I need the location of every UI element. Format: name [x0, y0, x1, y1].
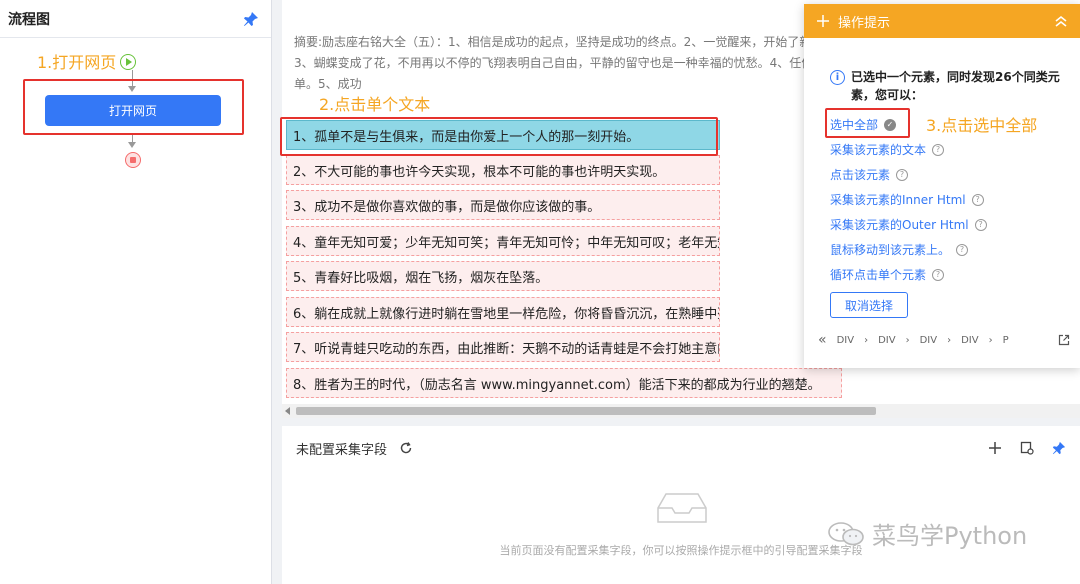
field-panel: 未配置采集字段 当前页面没有配置采集字段，你可以按照操作提示框中的引导配置采集字…: [282, 426, 1080, 584]
popup-title-group: 操作提示: [816, 12, 890, 31]
highlight-box-open-page: [23, 79, 244, 135]
element-path-breadcrumb: « DIV › DIV › DIV › DIV › P: [818, 332, 1070, 348]
selection-info-text: 已选中一个元素，同时发现26个同类元素，您可以：: [851, 70, 1060, 102]
popup-body: i 已选中一个元素，同时发现26个同类元素，您可以：: [804, 38, 1080, 104]
pin-icon[interactable]: [243, 11, 259, 27]
click-element-action[interactable]: 点击该元素?: [830, 162, 987, 187]
help-icon[interactable]: ?: [932, 268, 945, 281]
collapse-icon[interactable]: [1054, 14, 1068, 28]
help-icon[interactable]: ?: [932, 143, 945, 156]
double-chevron-left-icon[interactable]: «: [818, 332, 827, 348]
highlight-box-select-all: [825, 108, 910, 138]
field-panel-header: 未配置采集字段: [282, 426, 1080, 470]
cancel-selection-button[interactable]: 取消选择: [830, 292, 908, 318]
list-item[interactable]: 6、躺在成就上就像行进时躺在雪地里一样危险，你将昏昏沉沉，在熟睡中死去。: [286, 297, 720, 327]
flowchart-panel: 流程图 1.打开网页 打开网页: [0, 0, 272, 584]
help-icon[interactable]: ?: [896, 168, 909, 181]
chevron-right-icon: ›: [988, 334, 993, 346]
annotation-open-page-text: 1.打开网页: [37, 53, 117, 72]
add-icon[interactable]: [988, 441, 1002, 455]
scrollbar-thumb[interactable]: [296, 407, 876, 415]
annotation-click-text: 2.点击单个文本: [319, 95, 431, 114]
popup-title: 操作提示: [838, 15, 891, 31]
wechat-icon: [828, 521, 864, 545]
click-element-label: 点击该元素: [830, 168, 891, 182]
help-icon[interactable]: ?: [974, 218, 987, 231]
pin-icon[interactable]: [1052, 441, 1066, 455]
annotation-open-page: 1.打开网页: [37, 49, 137, 73]
breadcrumb-item[interactable]: DIV: [837, 335, 855, 346]
action-list: 选中全部 ✓ 采集该元素的文本? 点击该元素? 采集该元素的Inner Html?…: [830, 112, 987, 287]
watermark: 菜鸟学Python: [826, 516, 1027, 551]
breadcrumb-item[interactable]: DIV: [920, 335, 938, 346]
empty-inbox-icon: [657, 493, 707, 523]
chevron-right-icon: ›: [905, 334, 910, 346]
scroll-left-icon[interactable]: [285, 407, 290, 415]
collect-outer-html-label: 采集该元素的Outer Html: [830, 218, 969, 232]
collect-outer-html-action[interactable]: 采集该元素的Outer Html?: [830, 212, 987, 237]
chevron-right-icon: ›: [864, 334, 869, 346]
refresh-icon[interactable]: [399, 441, 413, 455]
collect-text-action[interactable]: 采集该元素的文本?: [830, 137, 987, 162]
breadcrumb-item[interactable]: P: [1003, 335, 1009, 346]
collect-text-label: 采集该元素的文本: [830, 143, 927, 157]
list-item[interactable]: 7、听说青蛙只吃动的东西，由此推断：天鹅不动的话青蛙是不会打她主意的。: [286, 332, 720, 362]
help-icon[interactable]: ?: [971, 193, 984, 206]
loop-click-label: 循环点击单个元素: [830, 268, 927, 282]
collect-inner-html-action[interactable]: 采集该元素的Inner Html?: [830, 187, 987, 212]
highlight-box-selected-item: [280, 117, 718, 156]
operation-tips-popup: 操作提示 i 已选中一个元素，同时发现26个同类元素，您可以： 选中全部 ✓ 采集…: [804, 4, 1080, 368]
mouse-hover-action[interactable]: 鼠标移动到该元素上。?: [830, 237, 987, 262]
list-item[interactable]: 2、不大可能的事也许今天实现，根本不可能的事也许明天实现。: [286, 155, 720, 185]
list-item[interactable]: 4、童年无知可爱；少年无知可笑；青年无知可怜；中年无知可叹；老年无知可悲。: [286, 226, 720, 256]
horizontal-scrollbar[interactable]: [282, 404, 1080, 418]
watermark-text: 菜鸟学Python: [872, 522, 1028, 550]
info-icon: i: [830, 70, 845, 85]
popup-header[interactable]: 操作提示: [804, 4, 1080, 38]
breadcrumb-item[interactable]: DIV: [878, 335, 896, 346]
chevron-right-icon: ›: [947, 334, 952, 346]
external-link-icon[interactable]: [1058, 334, 1070, 346]
list-item[interactable]: 3、成功不是做你喜欢做的事，而是做你应该做的事。: [286, 190, 720, 220]
help-icon[interactable]: ?: [956, 243, 969, 256]
stop-icon[interactable]: [125, 152, 141, 168]
annotation-select-all: 3.点击选中全部: [926, 116, 1038, 135]
flow-arrow-down-icon: [128, 142, 136, 148]
field-panel-title: 未配置采集字段: [296, 442, 388, 458]
selection-info: i 已选中一个元素，同时发现26个同类元素，您可以：: [830, 68, 1080, 104]
breadcrumb-item[interactable]: DIV: [961, 335, 979, 346]
list-item[interactable]: 5、青春好比吸烟，烟在飞扬，烟灰在坠落。: [286, 261, 720, 291]
loop-click-action[interactable]: 循环点击单个元素?: [830, 262, 987, 287]
list-item[interactable]: 8、胜者为王的时代，（励志名言 www.mingyannet.com）能活下来的…: [286, 368, 842, 398]
flowchart-title: 流程图: [8, 11, 50, 28]
flowchart-header: 流程图: [0, 0, 271, 38]
mouse-hover-label: 鼠标移动到该元素上。: [830, 243, 951, 257]
collect-inner-html-label: 采集该元素的Inner Html: [830, 193, 966, 207]
play-icon: [120, 54, 137, 70]
settings-list-icon[interactable]: [1020, 441, 1034, 455]
move-icon[interactable]: [816, 14, 830, 28]
